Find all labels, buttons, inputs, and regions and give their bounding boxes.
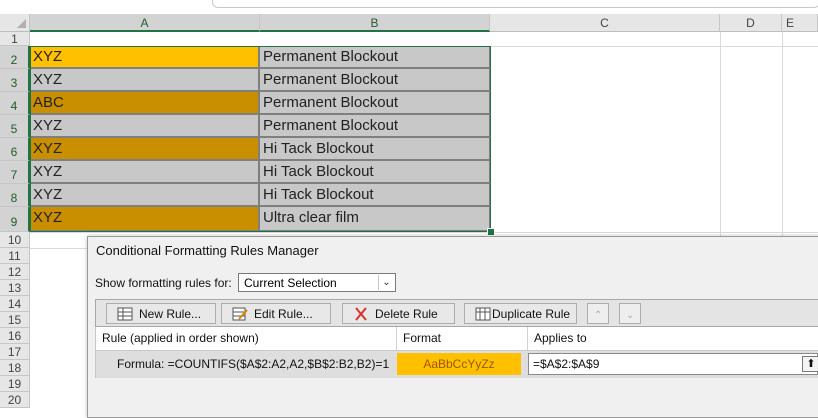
show-rules-value: Current Selection <box>244 276 337 290</box>
row-header[interactable]: 4 <box>0 92 30 115</box>
formula-bar-edge <box>212 0 818 8</box>
column-header-a[interactable]: A <box>30 14 260 32</box>
row-header[interactable]: 9 <box>0 207 30 232</box>
row-header[interactable]: 10 <box>0 232 30 248</box>
column-header-c[interactable]: C <box>490 14 720 32</box>
rule-row[interactable]: Formula: =COUNTIFS($A$2:A2,A2,$B$2:B2,B2… <box>95 351 818 378</box>
row-header[interactable]: 2 <box>0 46 30 69</box>
format-preview: AaBbCcYyZz <box>397 353 521 375</box>
row-header[interactable]: 3 <box>0 69 30 92</box>
row-header[interactable]: 17 <box>0 344 30 360</box>
column-header-b[interactable]: B <box>260 14 490 32</box>
cell-a[interactable]: XYZ <box>30 184 260 207</box>
row-header[interactable]: 6 <box>0 138 30 161</box>
rule-formula: Formula: =COUNTIFS($A$2:A2,A2,$B$2:B2,B2… <box>117 357 390 371</box>
row-header[interactable]: 11 <box>0 248 30 264</box>
chevron-up-icon: ⌃ <box>594 310 603 321</box>
move-down-button[interactable]: ⌄ <box>619 303 641 324</box>
rules-toolbar: New Rule... Edit Rule... Delete Rule Dup… <box>95 299 818 327</box>
gridline <box>30 232 818 233</box>
cell-b[interactable]: Hi Tack Blockout <box>260 161 491 184</box>
cell-a[interactable]: XYZ <box>30 115 260 138</box>
format-column-header: Format <box>397 327 528 350</box>
chevron-down-icon: ⌄ <box>626 310 635 321</box>
edit-rule-icon <box>232 307 248 321</box>
applies-to-column-header: Applies to <box>534 331 587 345</box>
rule-column-header: Rule (applied in order shown) <box>96 327 397 350</box>
row-header[interactable]: 5 <box>0 115 30 138</box>
duplicate-rule-label: Duplicate Rule <box>492 307 571 321</box>
row-header[interactable]: 14 <box>0 296 30 312</box>
column-header-d[interactable]: D <box>720 14 782 32</box>
row-header[interactable]: 19 <box>0 376 30 392</box>
cell-a[interactable]: XYZ <box>30 46 260 69</box>
fill-handle[interactable] <box>487 228 495 236</box>
cell-a[interactable]: XYZ <box>30 207 260 232</box>
new-rule-icon <box>117 307 133 321</box>
edit-rule-label: Edit Rule... <box>254 307 313 321</box>
ribbon-edge <box>0 0 818 14</box>
delete-rule-button[interactable]: Delete Rule <box>342 303 455 324</box>
cell-a[interactable]: XYZ <box>30 161 260 184</box>
delete-x-icon <box>355 307 367 321</box>
move-up-button[interactable]: ⌃ <box>587 303 609 324</box>
show-rules-select[interactable]: Current Selection ⌄ <box>238 273 396 292</box>
cell-a[interactable]: XYZ <box>30 138 260 161</box>
row-header[interactable]: 15 <box>0 312 30 328</box>
cell-b[interactable]: Permanent Blockout <box>260 115 491 138</box>
row-header[interactable]: 12 <box>0 264 30 280</box>
row-header[interactable]: 7 <box>0 161 30 184</box>
edit-rule-button[interactable]: Edit Rule... <box>221 303 331 324</box>
cell-a[interactable]: ABC <box>30 92 260 115</box>
select-all-corner[interactable] <box>0 14 30 32</box>
dialog-title: Conditional Formatting Rules Manager <box>96 243 319 258</box>
cell-a[interactable]: XYZ <box>30 69 260 92</box>
rules-header-row: Rule (applied in order shown) Format App… <box>95 327 818 351</box>
cell-b[interactable]: Permanent Blockout <box>260 92 491 115</box>
applies-to-input[interactable]: =$A$2:$A$9 ⬆ <box>528 353 818 375</box>
conditional-formatting-dialog: Conditional Formatting Rules Manager Sho… <box>87 236 818 418</box>
delete-rule-label: Delete Rule <box>375 307 438 321</box>
cell-b[interactable]: Hi Tack Blockout <box>260 184 491 207</box>
row-header[interactable]: 20 <box>0 392 30 408</box>
cell-b[interactable]: Hi Tack Blockout <box>260 138 491 161</box>
row-header[interactable]: 1 <box>0 32 30 46</box>
row-header[interactable]: 8 <box>0 184 30 207</box>
collapse-dialog-icon[interactable]: ⬆ <box>802 356 818 372</box>
cell-b[interactable]: Permanent Blockout <box>260 46 491 69</box>
row-header[interactable]: 18 <box>0 360 30 376</box>
new-rule-label: New Rule... <box>139 307 202 321</box>
row-header[interactable]: 16 <box>0 328 30 344</box>
cell-b[interactable]: Permanent Blockout <box>260 69 491 92</box>
cell-b[interactable]: Ultra clear film <box>260 207 491 232</box>
column-header-e[interactable]: E <box>782 14 818 32</box>
show-rules-label: Show formatting rules for: <box>95 276 232 290</box>
row-header[interactable]: 13 <box>0 280 30 296</box>
applies-to-value: =$A$2:$A$9 <box>533 357 600 371</box>
duplicate-rule-button[interactable]: Duplicate Rule <box>464 303 577 324</box>
chevron-down-icon[interactable]: ⌄ <box>378 275 394 290</box>
new-rule-button[interactable]: New Rule... <box>106 303 216 324</box>
select-all-triangle-icon <box>17 19 26 28</box>
duplicate-rule-icon <box>475 307 491 321</box>
